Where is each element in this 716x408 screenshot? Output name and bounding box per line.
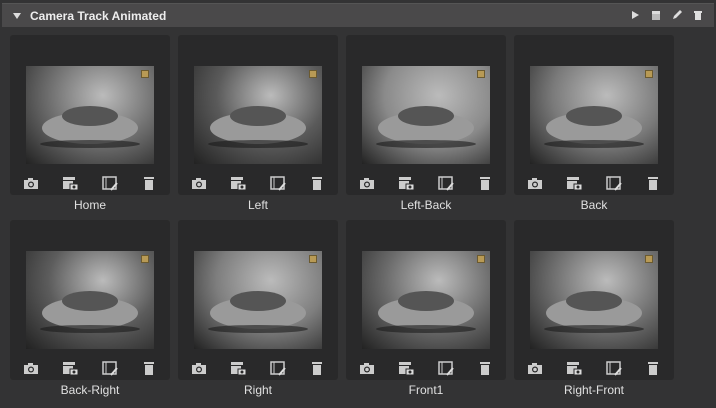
camera-label: Right [243, 383, 272, 397]
camera-card[interactable] [178, 220, 338, 380]
clapper-camera-icon[interactable] [61, 360, 79, 376]
camera-label: Left-Back [400, 198, 452, 212]
camera-badge-icon [309, 255, 317, 263]
camera-thumbnail[interactable] [530, 66, 658, 164]
camera-card[interactable] [178, 35, 338, 195]
car-image [376, 291, 476, 333]
car-image [208, 106, 308, 148]
camera-card[interactable] [514, 35, 674, 195]
camera-badge-icon [645, 70, 653, 78]
car-image [544, 106, 644, 148]
clapper-icon[interactable] [650, 9, 662, 21]
camera-badge-icon [645, 255, 653, 263]
camera-card[interactable] [346, 35, 506, 195]
camera-thumbnail[interactable] [530, 251, 658, 349]
camera-label: Left [247, 198, 268, 212]
film-edit-icon[interactable] [269, 360, 287, 376]
camera-badge-icon [309, 70, 317, 78]
clapper-camera-icon[interactable] [229, 175, 247, 191]
film-edit-icon[interactable] [437, 175, 455, 191]
camera-thumbnail[interactable] [194, 66, 322, 164]
camera-badge-icon [141, 255, 149, 263]
collapse-triangle-icon[interactable] [13, 12, 21, 19]
clapper-camera-icon[interactable] [397, 360, 415, 376]
clapper-camera-icon[interactable] [397, 175, 415, 191]
camera-thumbnail[interactable] [26, 251, 154, 349]
camera-label: Right-Front [563, 383, 625, 397]
film-edit-icon[interactable] [269, 175, 287, 191]
trash-icon[interactable] [140, 360, 158, 376]
trash-icon[interactable] [140, 175, 158, 191]
car-image [376, 106, 476, 148]
camera-thumbnail[interactable] [362, 66, 490, 164]
camera-icon[interactable] [190, 360, 208, 376]
panel-title: Camera Track Animated [30, 8, 167, 23]
camera-thumbnail[interactable] [194, 251, 322, 349]
play-icon[interactable] [629, 9, 641, 21]
camera-icon[interactable] [526, 175, 544, 191]
film-edit-icon[interactable] [605, 175, 623, 191]
clapper-camera-icon[interactable] [565, 360, 583, 376]
camera-card[interactable] [514, 220, 674, 380]
car-image [40, 106, 140, 148]
car-image [544, 291, 644, 333]
clapper-camera-icon[interactable] [565, 175, 583, 191]
camera-badge-icon [141, 70, 149, 78]
camera-icon[interactable] [22, 360, 40, 376]
pencil-icon[interactable] [671, 9, 683, 21]
camera-badge-icon [477, 255, 485, 263]
film-edit-icon[interactable] [101, 360, 119, 376]
camera-label: Back [580, 198, 608, 212]
camera-label: Back-Right [60, 383, 120, 397]
camera-icon[interactable] [358, 360, 376, 376]
camera-thumbnail[interactable] [362, 251, 490, 349]
camera-card[interactable] [346, 220, 506, 380]
camera-label: Front1 [408, 383, 444, 397]
trash-icon[interactable] [644, 175, 662, 191]
trash-icon[interactable] [476, 360, 494, 376]
camera-card[interactable] [10, 35, 170, 195]
clapper-camera-icon[interactable] [61, 175, 79, 191]
camera-thumbnail[interactable] [26, 66, 154, 164]
camera-icon[interactable] [22, 175, 40, 191]
panel-header[interactable]: Camera Track Animated [2, 3, 714, 27]
clapper-camera-icon[interactable] [229, 360, 247, 376]
camera-label: Home [73, 198, 106, 212]
car-image [40, 291, 140, 333]
film-edit-icon[interactable] [605, 360, 623, 376]
film-edit-icon[interactable] [437, 360, 455, 376]
trash-icon[interactable] [308, 360, 326, 376]
trash-icon[interactable] [476, 175, 494, 191]
trash-icon[interactable] [692, 9, 704, 21]
camera-badge-icon [477, 70, 485, 78]
film-edit-icon[interactable] [101, 175, 119, 191]
camera-icon[interactable] [358, 175, 376, 191]
trash-icon[interactable] [308, 175, 326, 191]
trash-icon[interactable] [644, 360, 662, 376]
camera-card[interactable] [10, 220, 170, 380]
car-image [208, 291, 308, 333]
camera-icon[interactable] [190, 175, 208, 191]
camera-icon[interactable] [526, 360, 544, 376]
